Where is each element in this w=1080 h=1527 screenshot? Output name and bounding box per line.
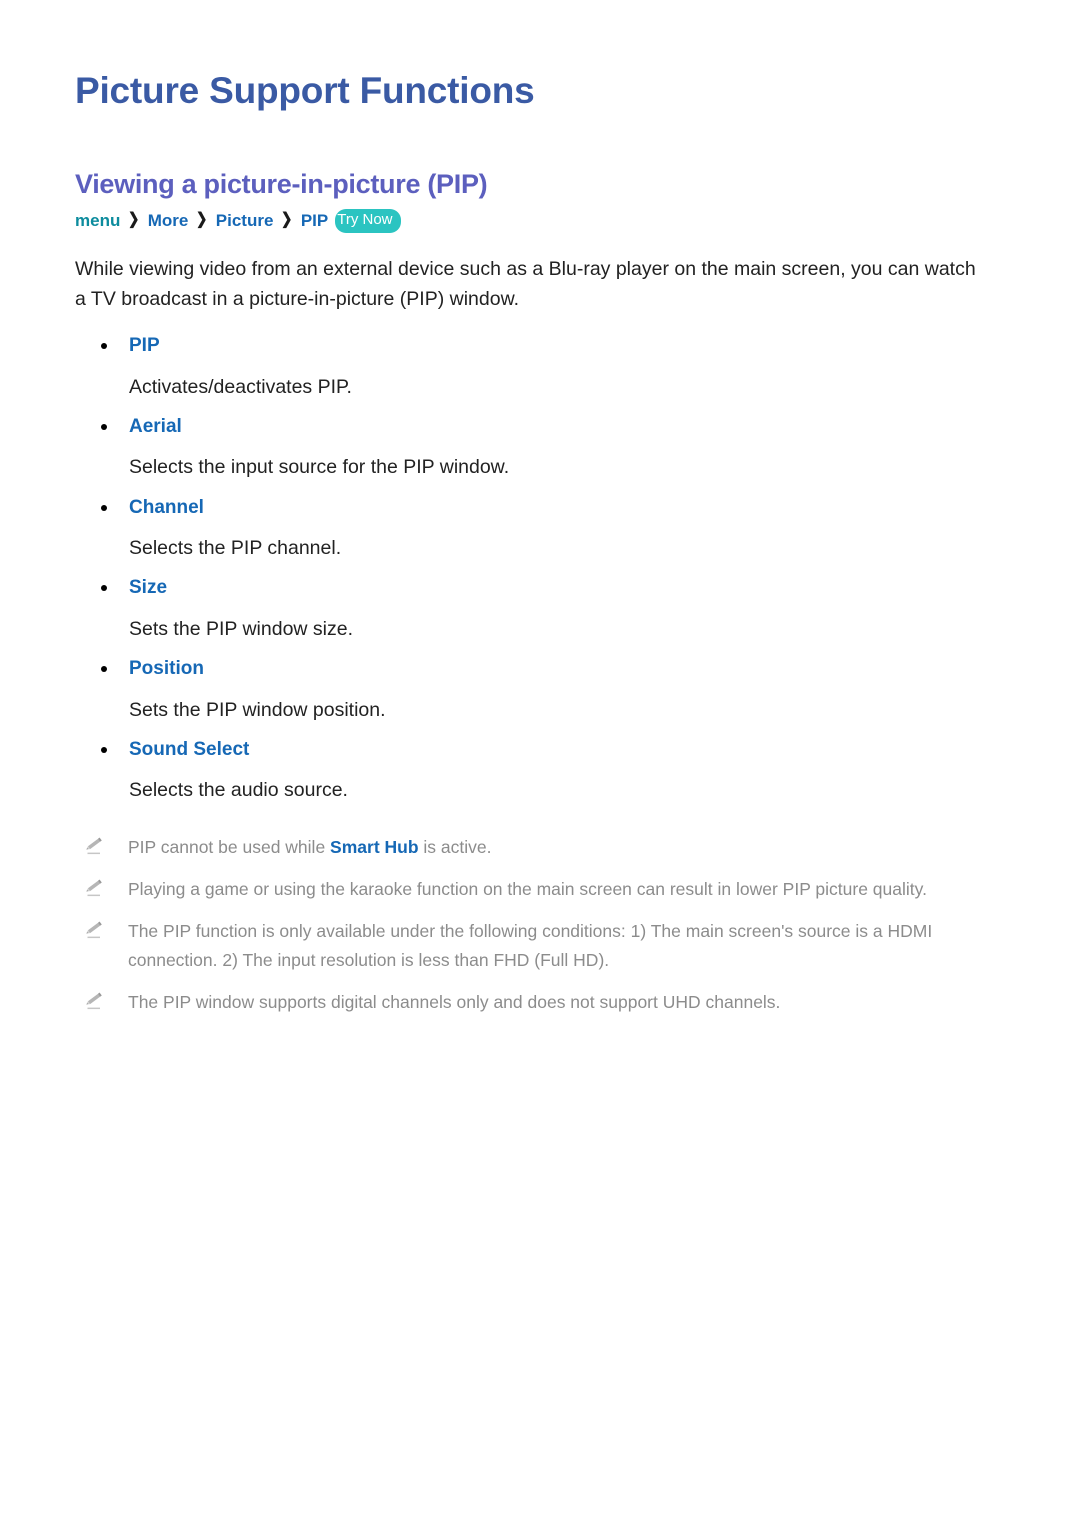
breadcrumb-item-pip[interactable]: PIP <box>301 210 328 232</box>
bullet-icon <box>101 666 107 673</box>
option-description: Selects the audio source. <box>129 779 348 802</box>
note-item: The PIP window supports digital channels… <box>75 974 1005 1016</box>
note-item: The PIP function is only available under… <box>75 903 1005 974</box>
bullet-icon <box>101 746 107 753</box>
try-now-badge[interactable]: Try Now <box>335 208 401 233</box>
list-item: PIP Activates/deactivates PIP. <box>75 332 1005 402</box>
option-term-row: Channel <box>75 494 1005 523</box>
pencil-icon <box>84 834 106 856</box>
list-item: Position Sets the PIP window position. <box>75 644 1005 725</box>
option-description: Selects the PIP channel. <box>129 537 342 560</box>
section-heading: Viewing a picture-in-picture (PIP) <box>75 168 488 199</box>
intro-paragraph: While viewing video from an external dev… <box>75 257 976 310</box>
breadcrumb-item-picture[interactable]: Picture <box>216 210 274 232</box>
option-description: Sets the PIP window position. <box>129 698 386 721</box>
list-item: Size Sets the PIP window size. <box>75 563 1005 644</box>
note-text-before: The PIP window supports digital channels… <box>128 992 781 1012</box>
note-highlight-smart-hub[interactable]: Smart Hub <box>330 837 418 857</box>
option-term-row: Aerial <box>75 413 1005 442</box>
pencil-icon <box>84 989 106 1011</box>
breadcrumb-item-more[interactable]: More <box>148 210 189 232</box>
pencil-icon <box>84 876 106 898</box>
option-term: Position <box>129 658 204 680</box>
notes-list: PIP cannot be used while Smart Hub is ac… <box>75 806 1005 1017</box>
note-text: The PIP function is only available under… <box>128 917 1005 974</box>
option-term: Channel <box>129 496 204 518</box>
option-list: PIP Activates/deactivates PIP. Aerial Se… <box>75 314 1005 806</box>
option-term-row: Size <box>75 574 1005 603</box>
bullet-icon <box>101 504 107 511</box>
note-item: PIP cannot be used while Smart Hub is ac… <box>75 833 1005 861</box>
note-text-before: The PIP function is only available under… <box>128 921 933 970</box>
note-text-after: is active. <box>418 836 492 857</box>
list-item: Sound Select Selects the audio source. <box>75 725 1005 806</box>
note-item: Playing a game or using the karaoke func… <box>75 861 1005 903</box>
breadcrumb-item-menu[interactable]: menu <box>75 210 120 232</box>
option-term-row: Position <box>75 655 1005 684</box>
option-term-row: PIP <box>75 332 1005 361</box>
bullet-icon <box>101 343 107 350</box>
option-term: PIP <box>129 335 160 357</box>
list-item: Channel Selects the PIP channel. <box>75 483 1005 564</box>
note-text: PIP cannot be used while Smart Hub is ac… <box>128 833 491 861</box>
note-text: Playing a game or using the karaoke func… <box>128 875 927 903</box>
note-text-before: PIP cannot be used while <box>128 836 331 857</box>
option-term: Sound Select <box>129 738 250 760</box>
option-description: Activates/deactivates PIP. <box>129 375 352 398</box>
chevron-right-icon: ❯ <box>196 211 208 229</box>
bullet-icon <box>101 585 107 592</box>
note-text: The PIP window supports digital channels… <box>128 988 780 1016</box>
breadcrumb: menu ❯ More ❯ Picture ❯ PIP Try Now <box>75 200 1005 233</box>
page-title: Picture Support Functions <box>75 70 535 111</box>
list-item: Aerial Selects the input source for the … <box>75 402 1005 483</box>
chevron-right-icon: ❯ <box>281 211 293 229</box>
option-term: Size <box>129 577 168 599</box>
bullet-icon <box>101 423 107 430</box>
option-description: Sets the PIP window size. <box>129 617 354 640</box>
document-page: Picture Support Functions Viewing a pict… <box>0 0 1080 1527</box>
note-text-before: Playing a game or using the karaoke func… <box>128 878 927 899</box>
option-term-row: Sound Select <box>75 736 1005 765</box>
option-description: Selects the input source for the PIP win… <box>129 456 510 479</box>
chevron-right-icon: ❯ <box>128 211 140 229</box>
option-term: Aerial <box>129 415 182 437</box>
pencil-icon <box>84 918 106 940</box>
